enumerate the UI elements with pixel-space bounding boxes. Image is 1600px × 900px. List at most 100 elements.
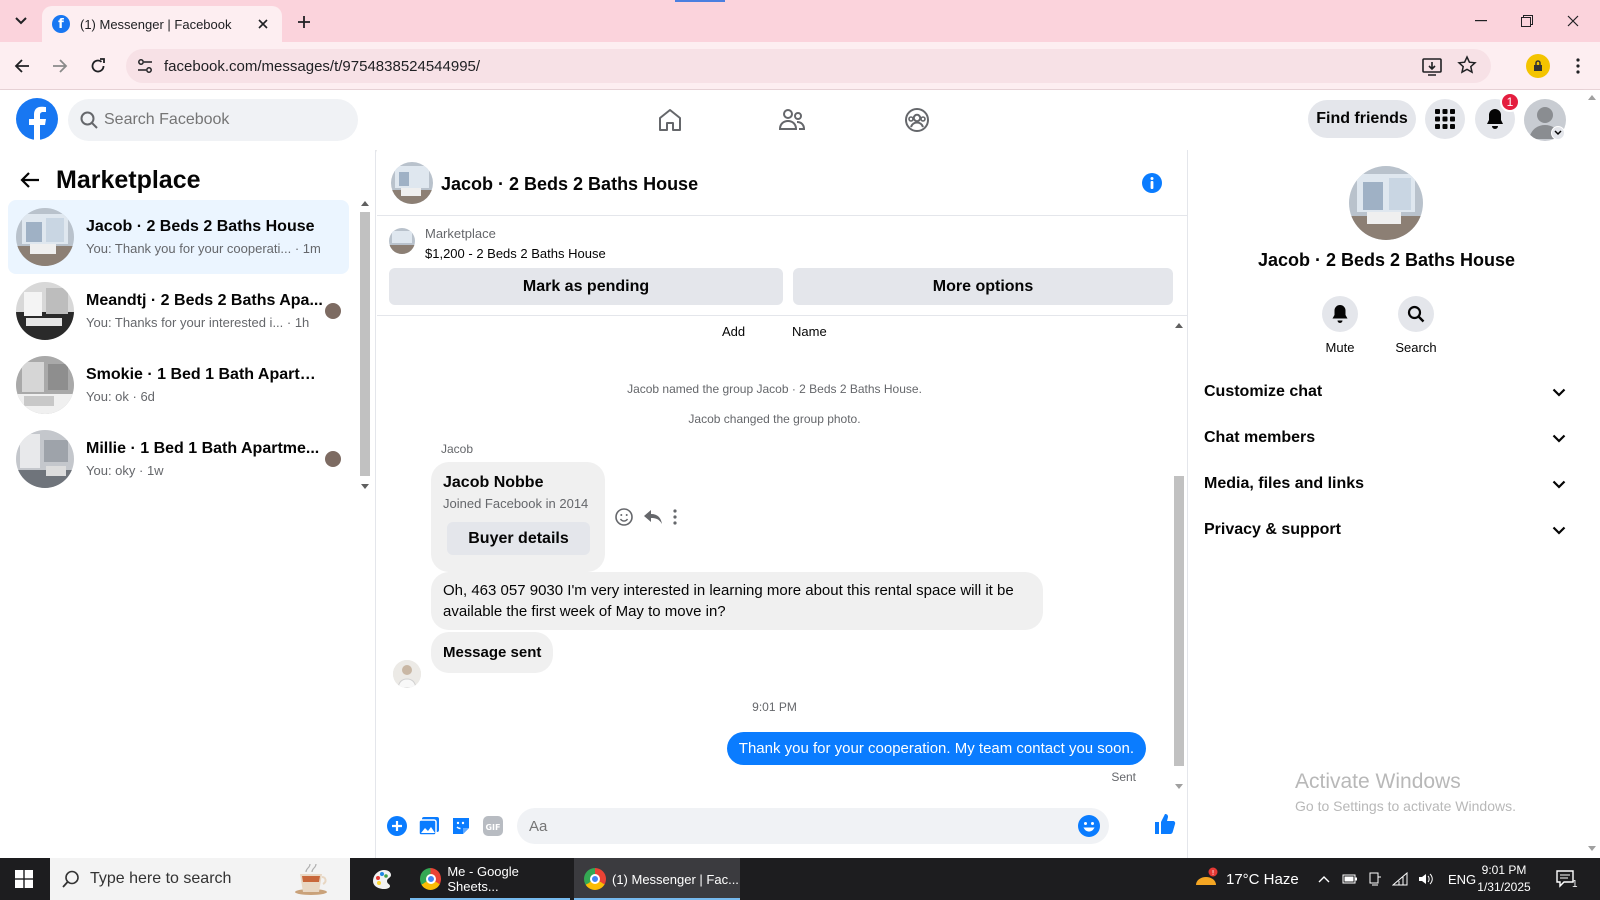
sticker-button[interactable] bbox=[449, 814, 473, 838]
menu-button[interactable] bbox=[1425, 99, 1465, 139]
system-tray-icons: ENG bbox=[1318, 858, 1476, 900]
conversation-info-button[interactable] bbox=[1141, 172, 1163, 194]
page-title: Marketplace bbox=[56, 165, 201, 194]
facebook-search[interactable] bbox=[68, 99, 358, 141]
restore-button[interactable] bbox=[1504, 0, 1550, 42]
attach-photo-button[interactable] bbox=[417, 814, 441, 838]
new-tab-button[interactable] bbox=[292, 10, 316, 34]
close-window-button[interactable] bbox=[1550, 0, 1596, 42]
taskbar-app-sheets[interactable]: Me - Google Sheets... bbox=[410, 858, 570, 900]
incoming-message-bubble[interactable]: Oh, 463 057 9030 I'm very interested in … bbox=[431, 572, 1043, 630]
taskbar-app-paint[interactable] bbox=[358, 858, 404, 900]
volume-icon[interactable] bbox=[1418, 872, 1434, 886]
more-options-button[interactable]: More options bbox=[793, 268, 1173, 305]
nav-home[interactable] bbox=[650, 100, 690, 140]
reload-button[interactable] bbox=[84, 52, 112, 80]
message-input-field[interactable] bbox=[517, 808, 1109, 844]
more-actions-button[interactable] bbox=[385, 814, 409, 838]
message-list-scrollbar[interactable] bbox=[1172, 316, 1186, 796]
add-label[interactable]: Add bbox=[722, 324, 745, 339]
minimize-button[interactable] bbox=[1458, 0, 1504, 42]
group-avatar[interactable] bbox=[1349, 166, 1423, 240]
install-app-button[interactable] bbox=[1421, 55, 1443, 77]
back-button[interactable] bbox=[8, 52, 36, 80]
close-icon bbox=[1567, 15, 1579, 27]
device-icon[interactable] bbox=[1368, 872, 1382, 886]
conversation-item[interactable]: Millie · 1 Bed 1 Bath Apartme... You: ok… bbox=[8, 422, 349, 496]
wifi-icon[interactable] bbox=[1392, 872, 1408, 886]
chat-header: Jacob · 2 Beds 2 Baths House bbox=[377, 150, 1187, 216]
conversation-list-scrollbar[interactable] bbox=[358, 198, 372, 494]
find-friends-button[interactable]: Find friends bbox=[1308, 100, 1416, 138]
mute-action[interactable]: Mute bbox=[1310, 296, 1370, 355]
buyer-name: Jacob Nobbe bbox=[443, 474, 544, 491]
browser-menu-button[interactable] bbox=[1566, 54, 1590, 78]
notification-badge: 1 bbox=[1500, 92, 1520, 112]
customize-chat-section[interactable]: Customize chat bbox=[1204, 372, 1566, 412]
clock-date: 1/31/2025 bbox=[1477, 880, 1531, 894]
back-arrow-icon[interactable] bbox=[20, 171, 40, 189]
nav-friends[interactable] bbox=[772, 100, 812, 140]
taskbar-app-messenger[interactable]: (1) Messenger | Fac... bbox=[574, 858, 740, 900]
scrollbar-thumb[interactable] bbox=[360, 212, 370, 476]
facebook-header: Find friends 1 bbox=[0, 90, 1584, 150]
scroll-down-icon bbox=[1588, 846, 1596, 851]
facebook-search-input[interactable] bbox=[104, 99, 344, 141]
conversation-item[interactable]: Meandtj · 2 Beds 2 Baths Apa... You: Tha… bbox=[8, 274, 349, 348]
message-actions bbox=[615, 508, 677, 526]
address-bar[interactable]: facebook.com/messages/t/9754838524544995… bbox=[126, 49, 1491, 83]
account-menu-chevron[interactable] bbox=[1551, 126, 1565, 140]
outgoing-message-bubble[interactable]: Thank you for your cooperation. My team … bbox=[726, 732, 1146, 765]
chat-details-panel: Jacob · 2 Beds 2 Baths House Mute Search… bbox=[1187, 150, 1584, 858]
weather-widget[interactable]: ! 17°C Haze bbox=[1194, 858, 1299, 900]
taskbar-clock[interactable]: 9:01 PM 1/31/2025 bbox=[1464, 862, 1544, 896]
bell-icon bbox=[1487, 109, 1503, 129]
scrollbar-thumb[interactable] bbox=[1174, 476, 1184, 766]
mark-as-pending-button[interactable]: Mark as pending bbox=[389, 268, 783, 305]
site-info-button[interactable] bbox=[134, 55, 156, 77]
weather-text: 17°C Haze bbox=[1226, 870, 1299, 888]
minimize-icon bbox=[1475, 20, 1487, 22]
listing-thumbnail[interactable] bbox=[389, 228, 415, 254]
chrome-icon bbox=[584, 868, 606, 890]
message-sent-bubble[interactable]: Message sent bbox=[431, 632, 554, 673]
start-button[interactable] bbox=[0, 858, 48, 900]
reply-icon[interactable] bbox=[643, 509, 663, 525]
message-input[interactable] bbox=[529, 808, 1069, 844]
listing-title[interactable]: $1,200 - 2 Beds 2 Baths House bbox=[425, 246, 606, 261]
gif-button[interactable]: GIF bbox=[481, 814, 505, 838]
chat-members-section[interactable]: Chat members bbox=[1204, 418, 1566, 458]
chat-title[interactable]: Jacob · 2 Beds 2 Baths House bbox=[441, 174, 698, 195]
conversation-item[interactable]: Jacob · 2 Beds 2 Baths House You: Thank … bbox=[8, 200, 349, 274]
name-label[interactable]: Name bbox=[792, 324, 827, 339]
more-vertical-icon[interactable] bbox=[673, 509, 677, 525]
chevron-up-icon[interactable] bbox=[1318, 875, 1330, 883]
nav-groups[interactable] bbox=[897, 100, 937, 140]
extension-button[interactable] bbox=[1526, 54, 1550, 78]
search-in-chat-action[interactable]: Search bbox=[1386, 296, 1446, 355]
taskbar-search[interactable]: Type here to search bbox=[50, 858, 350, 900]
emoji-picker-button[interactable] bbox=[1077, 814, 1101, 838]
send-like-button[interactable] bbox=[1153, 812, 1177, 836]
conversation-item[interactable]: Smokie · 1 Bed 1 Bath Apartmen... You: o… bbox=[8, 348, 349, 422]
bell-icon bbox=[1332, 305, 1348, 323]
privacy-support-section[interactable]: Privacy & support bbox=[1204, 510, 1566, 550]
browser-tab-messenger[interactable]: f (1) Messenger | Facebook bbox=[42, 6, 282, 42]
page-scrollbar[interactable] bbox=[1584, 90, 1600, 858]
buyer-details-button[interactable]: Buyer details bbox=[447, 522, 590, 555]
tab-search-button[interactable] bbox=[8, 8, 34, 34]
media-files-links-section[interactable]: Media, files and links bbox=[1204, 464, 1566, 504]
action-center-button[interactable]: 1 bbox=[1556, 858, 1578, 900]
forward-button[interactable] bbox=[46, 52, 74, 80]
system-message: Jacob named the group Jacob · 2 Beds 2 B… bbox=[627, 382, 922, 396]
groups-icon bbox=[905, 108, 929, 132]
arrow-left-icon bbox=[14, 59, 29, 73]
bookmark-button[interactable] bbox=[1457, 55, 1477, 75]
battery-icon[interactable] bbox=[1342, 873, 1358, 885]
message-composer: GIF bbox=[377, 796, 1187, 858]
facebook-logo[interactable] bbox=[16, 98, 58, 140]
close-tab-button[interactable] bbox=[254, 15, 272, 33]
plus-icon bbox=[298, 16, 310, 28]
react-emoji-icon[interactable] bbox=[615, 508, 633, 526]
chat-avatar[interactable] bbox=[391, 162, 433, 204]
